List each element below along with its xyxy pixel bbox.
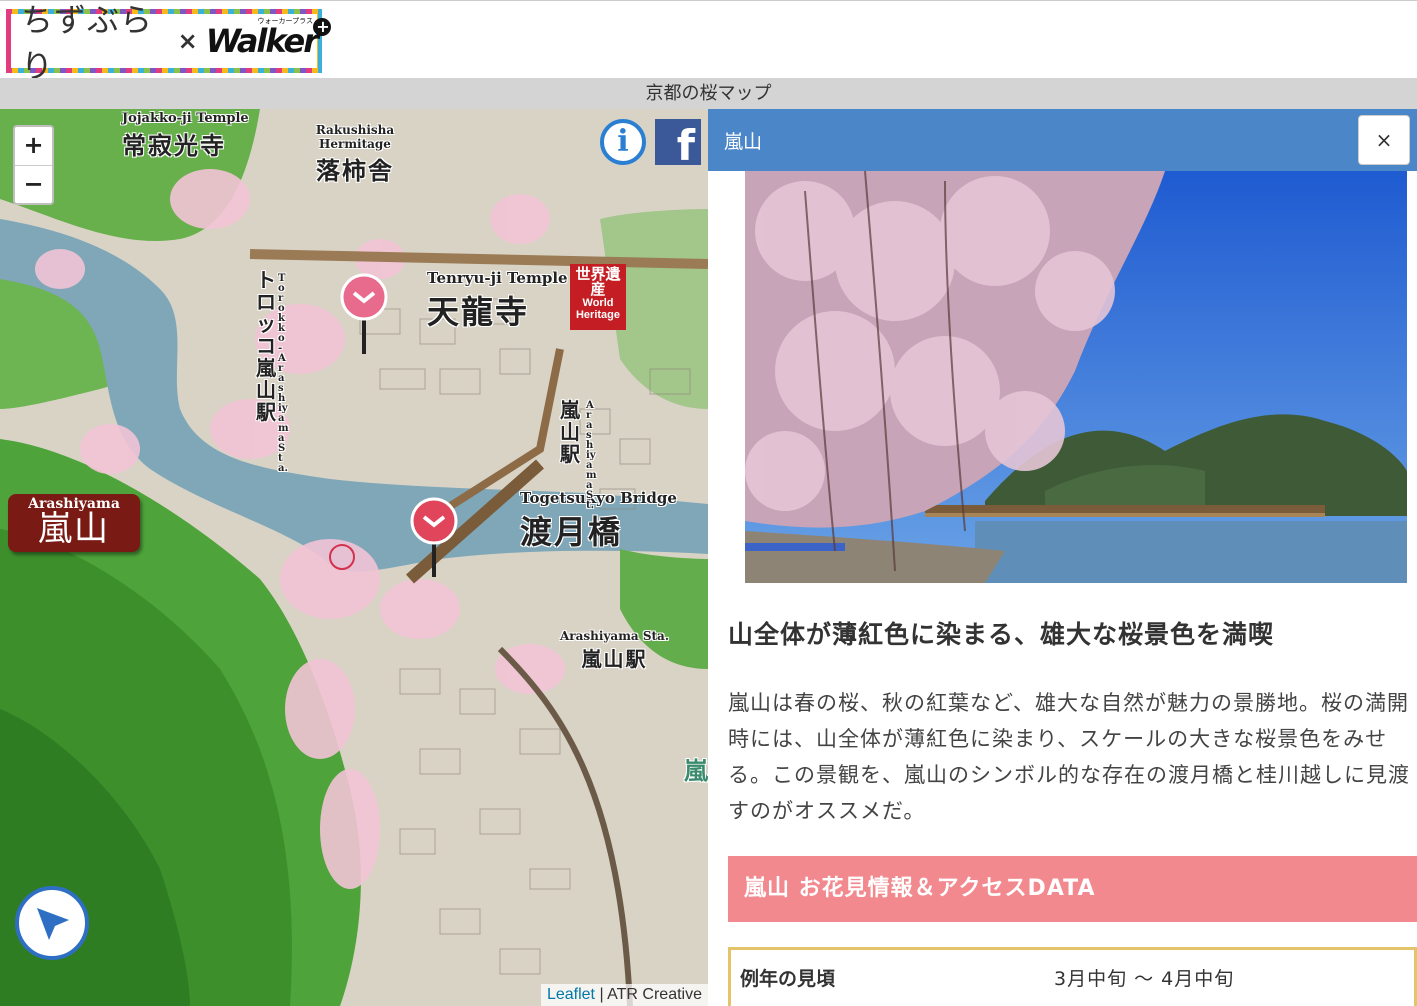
logo-walker: Walker ウォーカープラス + xyxy=(205,17,331,60)
logo-walker-kana: ウォーカープラス xyxy=(257,17,313,25)
label-jr-station-en: Arashiyama St. xyxy=(586,400,597,511)
label-torokko-en: Torokko-Arashiyama Sta. xyxy=(278,273,289,474)
zoom-in-button[interactable]: + xyxy=(15,127,52,165)
app-header: ちずぶらり × Walker ウォーカープラス + xyxy=(0,0,1417,85)
info-key: 例年の見頃 xyxy=(740,968,836,990)
site-logo[interactable]: ちずぶらり × Walker ウォーカープラス + xyxy=(6,1,331,85)
label-rakushisha: Rakushisha Hermitage 落柿舎 xyxy=(315,123,395,185)
info-value: 3月中旬 〜 4月中旬 xyxy=(1054,968,1235,990)
label-torokko: トロッコ嵐山駅 xyxy=(256,268,276,424)
close-button[interactable]: × xyxy=(1358,115,1410,165)
label-tenryuji: Tenryu-ji Temple 天龍寺 xyxy=(427,269,568,331)
area-badge-arashiyama[interactable]: Arashiyama 嵐山 xyxy=(8,494,140,552)
zoom-control: + − xyxy=(13,125,54,205)
world-heritage-badge: 世界遺産 World Heritage xyxy=(570,264,626,330)
label-togetsukyo: Togetsukyo Bridge 渡月橋 xyxy=(520,489,677,551)
info-section-header: 嵐山 お花見情報＆アクセスDATA xyxy=(728,856,1417,922)
facebook-icon[interactable]: f xyxy=(655,119,701,170)
logo-plus-icon: + xyxy=(313,18,331,36)
info-table: 例年の見頃 3月中旬 〜 4月中旬 xyxy=(728,947,1417,1006)
spot-headline: 山全体が薄紅色に染まる、雄大な桜景色を満喫 xyxy=(728,620,1275,649)
locate-me-icon[interactable] xyxy=(15,886,89,960)
info-icon[interactable]: i xyxy=(600,119,646,165)
panel-header: 嵐山 × xyxy=(708,109,1417,171)
label-arashiyama-station: Arashiyama Sta. 嵐山駅 xyxy=(560,629,670,671)
map-view[interactable]: Jojakko-ji Temple 常寂光寺 Rakushisha Hermit… xyxy=(0,109,708,1006)
map-attribution: Leaflet | ATR Creative xyxy=(540,984,708,1006)
cherry-blossom-photo xyxy=(745,171,1407,583)
detail-panel: 嵐山 × 山全体が薄紅色に染まる、雄大な桜景色を満喫 嵐山は春の桜、秋の紅葉など… xyxy=(708,109,1417,1006)
page-title: 京都の桜マップ xyxy=(0,78,1417,109)
spot-description: 嵐山は春の桜、秋の紅葉など、雄大な自然が魅力の景勝地。桜の満開時には、山全体が薄… xyxy=(728,691,1410,823)
logo-chizuburari: ちずぶらり xyxy=(21,1,154,85)
logo-separator: × xyxy=(177,27,198,55)
label-area-fragment: 嵐 xyxy=(684,756,708,785)
label-jr-station: 嵐山駅 xyxy=(560,398,580,466)
map-illustration xyxy=(0,109,708,1006)
navigation-arrow-icon xyxy=(37,908,69,940)
logo-walker-text: Walker xyxy=(205,22,319,60)
attribution-text: | ATR Creative xyxy=(595,986,702,1003)
zoom-out-button[interactable]: − xyxy=(15,165,52,203)
label-jojakko: Jojakko-ji Temple 常寂光寺 xyxy=(122,111,249,160)
panel-title: 嵐山 xyxy=(724,131,763,153)
leaflet-link[interactable]: Leaflet xyxy=(547,986,595,1003)
spot-photo xyxy=(745,171,1407,583)
